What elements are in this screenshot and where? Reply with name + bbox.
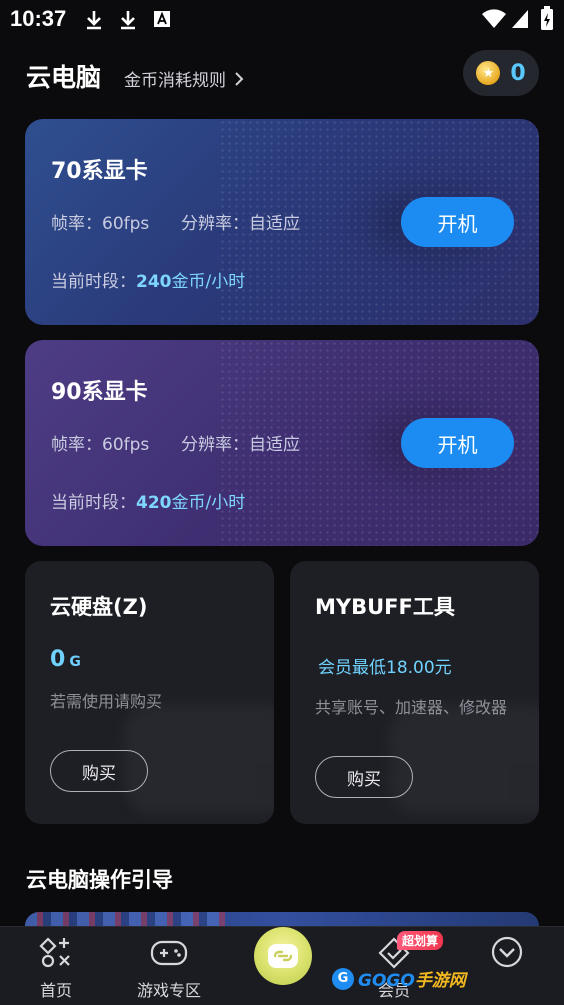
coin-rules-link[interactable]: 金币消耗规则 [124,66,244,91]
fps-spec: 帧率：60fps [51,214,150,234]
download-icon [87,11,101,30]
home-grid-icon [39,937,70,968]
bottom-tab-bar: 首页 游戏专区 会员 超划算 [0,926,564,1005]
tab-more[interactable] [452,927,562,1005]
mybuff-title: MYBUFF工具 [315,595,455,619]
gpu-name: 70系显卡 [51,159,148,184]
site-watermark: G GOGO手游网 [332,966,466,991]
gpu-name: 90系显卡 [51,380,148,405]
cellular-signal-icon [512,10,528,28]
coin-balance[interactable]: ★ 0 [463,50,539,96]
fps-spec: 帧率：60fps [51,435,150,455]
panel-background-graphic [124,704,274,814]
price-value: 240 [136,272,172,292]
tab-home-label: 首页 [39,981,72,1000]
watermark-text-a: GOGO [358,971,415,991]
watermark-logo-icon: G [332,967,354,990]
period-prefix: 当前时段： [51,272,136,292]
buy-mybuff-button[interactable]: 购买 [315,756,413,798]
chevron-right-icon [235,71,244,86]
wifi-icon [482,9,506,28]
guide-section-title: 云电脑操作引导 [26,868,173,892]
status-time: 10:37 [10,6,67,31]
cloud-disk-panel[interactable]: 云硬盘(Z) 0G 若需使用请购买 购买 [25,561,274,824]
disk-unit: G [69,654,81,670]
mybuff-note: 共享账号、加速器、修改器 [315,698,508,717]
gpu-card-70[interactable]: 70系显卡 帧率：60fps 分辨率：自适应 当前时段：240金币/小时 开机 [25,119,539,325]
deal-badge: 超划算 [397,931,444,950]
download-icon-2 [121,11,135,30]
buy-disk-button[interactable]: 购买 [50,750,148,792]
member-price: 会员最低18.00元 [318,658,452,678]
cloud-disk-note: 若需使用请购买 [50,692,163,711]
keyboard-a-icon [154,11,170,27]
battery-charging-icon [541,6,553,30]
power-on-button[interactable]: 开机 [401,418,514,468]
link-glyph-icon [273,950,293,962]
tab-home[interactable]: 首页 [1,927,111,1005]
cloud-pc-icon [268,944,298,968]
gpu-card-90[interactable]: 90系显卡 帧率：60fps 分辨率：自适应 当前时段：420金币/小时 开机 [25,340,539,546]
status-bar: 10:37 [0,0,564,40]
coin-count: 0 [510,60,526,86]
tab-games-label: 游戏专区 [136,981,201,1000]
resolution-spec: 分辨率：自适应 [181,214,300,234]
coin-rules-label: 金币消耗规则 [124,71,226,91]
power-on-button[interactable]: 开机 [401,197,514,247]
page-header: 云电脑 金币消耗规则 ★ 0 [0,48,564,104]
price-unit: 金币/小时 [171,272,246,292]
watermark-text-b: 手游网 [414,971,466,991]
disk-value: 0 [50,647,66,672]
chevron-down-circle-icon [491,936,523,968]
disk-capacity: 0G [50,647,81,672]
cloud-pc-center-button[interactable] [254,927,312,985]
gold-coin-icon: ★ [476,61,501,85]
mybuff-panel[interactable]: MYBUFF工具 会员最低18.00元 共享账号、加速器、修改器 购买 [290,561,539,824]
period-prefix: 当前时段： [51,493,136,513]
current-period-price: 当前时段：420金币/小时 [51,488,245,513]
gamepad-icon [150,940,188,966]
price-unit: 金币/小时 [171,493,246,513]
resolution-spec: 分辨率：自适应 [181,435,300,455]
page-title: 云电脑 [26,63,102,92]
watermark-text: GOGO手游网 [358,966,466,991]
price-value: 420 [136,493,172,513]
tab-games[interactable]: 游戏专区 [114,927,224,1005]
cloud-disk-title: 云硬盘(Z) [50,595,148,619]
current-period-price: 当前时段：240金币/小时 [51,267,245,292]
